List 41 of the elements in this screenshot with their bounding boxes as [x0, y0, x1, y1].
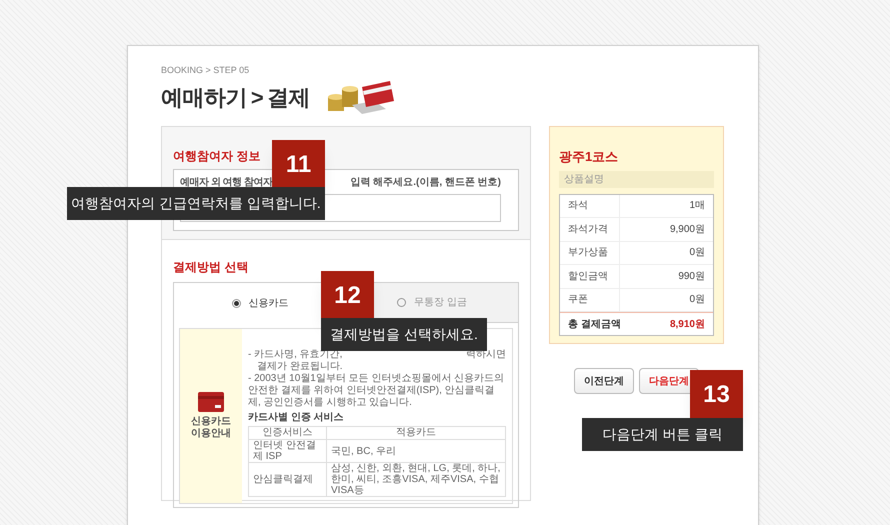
row-label: 좌석 [560, 194, 620, 217]
step-badge: 13 [690, 370, 743, 420]
credit-card-icon [198, 392, 224, 412]
row-label: 쿠폰 [560, 288, 620, 311]
row-value: 990원 [677, 270, 706, 284]
row-value: 9,900원 [668, 222, 706, 237]
column-header: 인증서비스 [248, 426, 326, 440]
course-title: 광주1코스 [559, 148, 620, 166]
note-text: - 2003년 10월1일부터 모든 인터넷쇼핑몰에서 신용카드의 안전한 결제를 위하여 인터넷안전결제(ISP), 안심클릭결제, 공인인증서를 시행하고 있습니다. [248, 373, 506, 409]
instruction-text: 입력 해주세요.(이름, 핸드폰 번호) [350, 177, 501, 188]
coins-and-card-icon [326, 79, 396, 115]
guide-label: 신용카드 이용안내 [190, 416, 232, 440]
step-badge: 11 [272, 140, 325, 190]
page-title: 예매하기 [161, 84, 247, 112]
total-label: 총 결제금액 [568, 318, 621, 332]
callout-tooltip: 다음단계 버튼 클릭 [582, 418, 743, 451]
auth-title: 카드사별 인증 서비스 [248, 412, 345, 424]
row-value: 1매 [688, 199, 706, 214]
section-title: 결제방법 선택 [173, 259, 248, 276]
table-cell: 삼성, 신한, 외환, 현대, LG, 롯데, 하나, 한미, 씨티, 조흥VISA, 제주VISA, 수협VISA등 [326, 462, 506, 496]
step-badge: 12 [321, 271, 374, 321]
callout-tooltip: 여행참여자의 긴급연락처를 입력합니다. [67, 187, 325, 220]
title-separator: > [250, 84, 264, 112]
page-subtitle: 결제 [267, 84, 310, 112]
row-label: 할인금액 [560, 265, 620, 288]
callout-tooltip: 결제방법을 선택하세요. [321, 318, 487, 351]
total-value: 8,910원 [670, 318, 705, 332]
row-label: 부가상품 [560, 242, 620, 264]
table-cell: 안심클릭결제 [248, 462, 326, 496]
instruction-text: 예매자 외 여행 참여자 [180, 177, 272, 188]
section-title: 여행참여자 정보 [173, 148, 260, 165]
column-header: 적용카드 [326, 426, 506, 440]
breadcrumb: BOOKING > STEP 05 [161, 64, 250, 76]
row-value: 0원 [688, 293, 706, 308]
description-bar: 상품설명 [559, 170, 714, 188]
table-cell: 국민, BC, 우리 [326, 440, 506, 462]
row-value: 0원 [688, 246, 706, 260]
table-cell: 인터넷 안전결제 ISP [248, 440, 326, 462]
row-label: 좌석가격 [560, 218, 620, 240]
note-text: 결제가 완료됩니다. [256, 361, 343, 373]
previous-step-button[interactable]: 이전단계 [574, 368, 634, 394]
